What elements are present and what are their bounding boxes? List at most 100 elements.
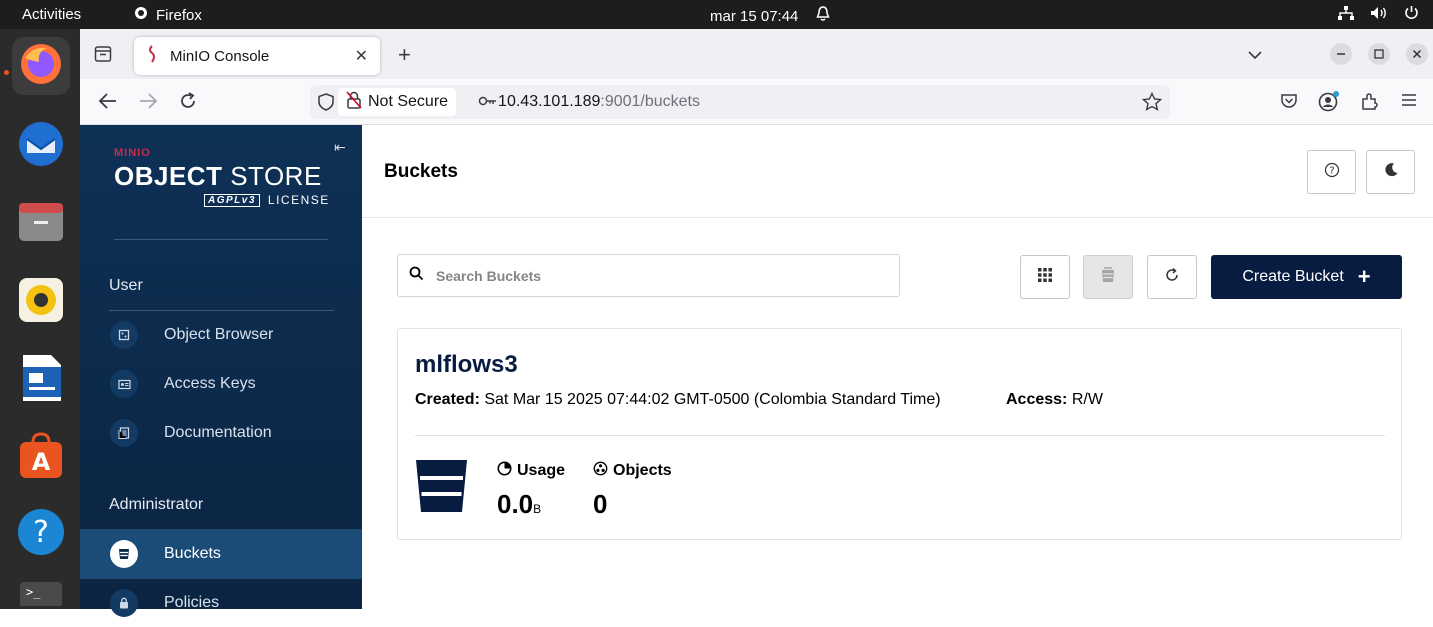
sidebar-item-label: Buckets [164, 545, 221, 562]
dock-help[interactable]: ? [12, 505, 70, 563]
object-browser-icon [110, 321, 138, 349]
access-label: Access: [1006, 391, 1068, 408]
firefox-view-icon[interactable] [94, 45, 112, 66]
firefox-icon [19, 42, 63, 91]
objects-label: Objects [613, 462, 672, 479]
dock-firefox[interactable] [12, 37, 70, 95]
sidebar-item-label: Policies [164, 594, 220, 611]
refresh-icon [1164, 267, 1180, 287]
menu-icon[interactable] [1400, 92, 1418, 111]
sidebar-item-documentation[interactable]: Documentation [80, 409, 362, 457]
pie-chart-icon [497, 461, 512, 481]
policies-icon [110, 589, 138, 617]
minio-favicon [146, 45, 158, 67]
agpl-badge: AGPLv3 [204, 193, 260, 207]
stack-icon [1099, 266, 1117, 288]
account-icon[interactable] [1318, 90, 1340, 115]
app-name: Firefox [156, 6, 202, 24]
collapse-sidebar-icon[interactable]: ⇤ [334, 139, 346, 156]
dock-rhythmbox[interactable] [12, 273, 70, 331]
dock-thunderbird[interactable] [12, 117, 70, 175]
logo-store: STORE [222, 161, 322, 191]
sidebar-item-policies[interactable]: Policies [80, 579, 362, 627]
tab-strip: MinIO Console ✕ + [80, 29, 1433, 79]
insecure-lock-icon [346, 90, 362, 114]
bucket-card[interactable]: mlflows3 Created: Sat Mar 15 2025 07:44:… [397, 328, 1402, 540]
system-tray[interactable] [1338, 5, 1419, 24]
connection-security[interactable]: Not Secure [338, 88, 457, 116]
url-text[interactable]: 10.43.101.189:9001/buckets [498, 93, 700, 111]
logo-license: AGPLv3 LICENSE [204, 193, 330, 207]
access-value: R/W [1067, 391, 1103, 408]
close-tab-icon[interactable]: ✕ [355, 46, 368, 66]
create-bucket-button[interactable]: Create Bucket + [1211, 255, 1402, 299]
speaker-icon [16, 275, 66, 330]
back-icon[interactable] [98, 92, 118, 113]
clock[interactable]: mar 15 07:44 [710, 6, 830, 26]
not-secure-label: Not Secure [368, 93, 449, 110]
search-buckets-input[interactable]: Search Buckets [397, 254, 900, 297]
app-menu[interactable]: Firefox [134, 6, 202, 24]
url-host: 10.43.101.189 [498, 93, 601, 110]
search-icon [409, 266, 424, 285]
moon-icon [1383, 162, 1399, 182]
help-button[interactable]: ? [1307, 150, 1356, 194]
usage-unit: B [533, 502, 542, 516]
objects-stat: Objects 0 [593, 461, 672, 520]
license-label: LICENSE [267, 193, 330, 207]
main-content: Buckets ? Search Buckets Create Bucket +… [362, 125, 1433, 609]
svg-text:?: ? [33, 515, 49, 550]
usage-value: 0.0 [497, 489, 534, 519]
create-bucket-label: Create Bucket [1242, 268, 1344, 285]
bucket-name[interactable]: mlflows3 [415, 351, 518, 379]
bucket-access: Access: R/W [1006, 391, 1103, 409]
new-tab-icon[interactable]: + [398, 44, 411, 66]
section-user: User [109, 277, 143, 294]
dock-app-center[interactable]: A [12, 429, 70, 487]
url-bar[interactable]: Not Secure 10.43.101.189:9001/buckets [310, 85, 1170, 119]
bookmark-star-icon[interactable] [1141, 91, 1163, 117]
sidebar-item-buckets[interactable]: Buckets [80, 529, 362, 579]
minio-sidebar: MINIO OBJECT STORE AGPLv3 LICENSE ⇤ User… [80, 125, 362, 617]
svg-text:?: ? [1329, 166, 1334, 177]
dock-writer[interactable] [12, 351, 70, 409]
maximize-window-icon[interactable] [1368, 43, 1390, 68]
dark-mode-button[interactable] [1366, 150, 1415, 194]
sidebar-item-object-browser[interactable]: Object Browser [80, 311, 362, 359]
extensions-icon[interactable] [1360, 91, 1380, 114]
dock-files[interactable] [12, 195, 70, 253]
forward-icon[interactable] [138, 92, 158, 113]
logo-object: OBJECT [114, 161, 223, 191]
activities-button[interactable]: Activities [22, 6, 81, 23]
sidebar-item-label: Documentation [164, 424, 272, 441]
pocket-icon[interactable] [1280, 92, 1298, 113]
bucket-large-icon [415, 459, 468, 518]
volume-icon [1370, 6, 1388, 24]
close-window-icon[interactable] [1406, 43, 1428, 68]
dock-terminal[interactable]: >_ [12, 581, 70, 609]
nav-bar: Not Secure 10.43.101.189:9001/buckets [80, 79, 1433, 125]
sidebar-item-access-keys[interactable]: Access Keys [80, 360, 362, 408]
objects-value: 0 [593, 489, 608, 519]
key-icon[interactable] [478, 94, 498, 113]
objects-icon [593, 461, 608, 481]
logo-divider [114, 239, 328, 240]
refresh-button[interactable] [1147, 255, 1197, 299]
active-indicator [4, 70, 9, 75]
files-icon [16, 199, 66, 250]
tab-title: MinIO Console [170, 47, 270, 65]
list-tabs-icon[interactable] [1248, 45, 1262, 63]
sidebar-item-label: Access Keys [164, 375, 256, 392]
delete-selected-button[interactable] [1083, 255, 1133, 299]
card-divider [415, 435, 1385, 436]
created-value: Sat Mar 15 2025 07:44:02 GMT-0500 (Colom… [479, 391, 941, 408]
minimize-window-icon[interactable] [1330, 43, 1352, 68]
shield-icon[interactable] [318, 93, 334, 116]
reload-icon[interactable] [178, 91, 198, 114]
grid-view-button[interactable] [1020, 255, 1070, 299]
tab-minio-console[interactable]: MinIO Console ✕ [134, 37, 380, 75]
url-path: :9001/buckets [600, 93, 700, 110]
usage-stat: Usage 0.0B [497, 461, 565, 520]
clock-text: mar 15 07:44 [710, 7, 799, 25]
thunderbird-icon [16, 119, 66, 174]
